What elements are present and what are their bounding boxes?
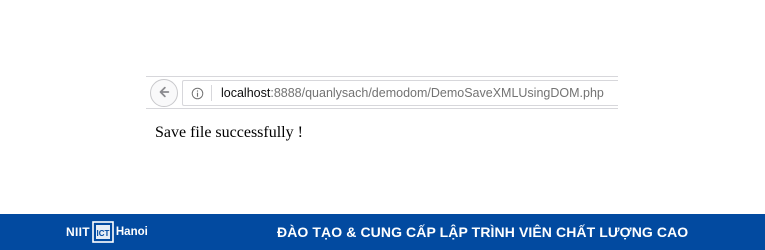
back-arrow-icon bbox=[157, 84, 171, 103]
back-button[interactable] bbox=[150, 79, 178, 107]
browser-toolbar: localhost:8888/quanlysach/demodom/DemoSa… bbox=[146, 76, 618, 109]
info-icon[interactable] bbox=[189, 85, 205, 101]
footer-tagline: ĐÀO TẠO & CUNG CẤP LẬP TRÌNH VIÊN CHẤT L… bbox=[277, 224, 689, 240]
logo-mark-icon: ICT bbox=[92, 221, 114, 243]
logo-brand-text: NIIT bbox=[66, 225, 90, 239]
url-host: localhost bbox=[221, 86, 271, 100]
logo-mark-text: ICT bbox=[96, 229, 109, 238]
url-path: :8888/quanlysach/demodom/DemoSaveXMLUsin… bbox=[270, 86, 604, 100]
niit-ict-logo: NIIT ICT Hanoi bbox=[66, 221, 148, 243]
save-status-message: Save file successfully ! bbox=[155, 124, 303, 141]
logo-city-text: Hanoi bbox=[115, 226, 148, 238]
address-bar[interactable]: localhost:8888/quanlysach/demodom/DemoSa… bbox=[182, 80, 618, 106]
url-divider bbox=[211, 85, 212, 101]
url-text[interactable]: localhost:8888/quanlysach/demodom/DemoSa… bbox=[221, 86, 604, 100]
footer-banner: NIIT ICT Hanoi ĐÀO TẠO & CUNG CẤP LẬP TR… bbox=[0, 214, 765, 250]
